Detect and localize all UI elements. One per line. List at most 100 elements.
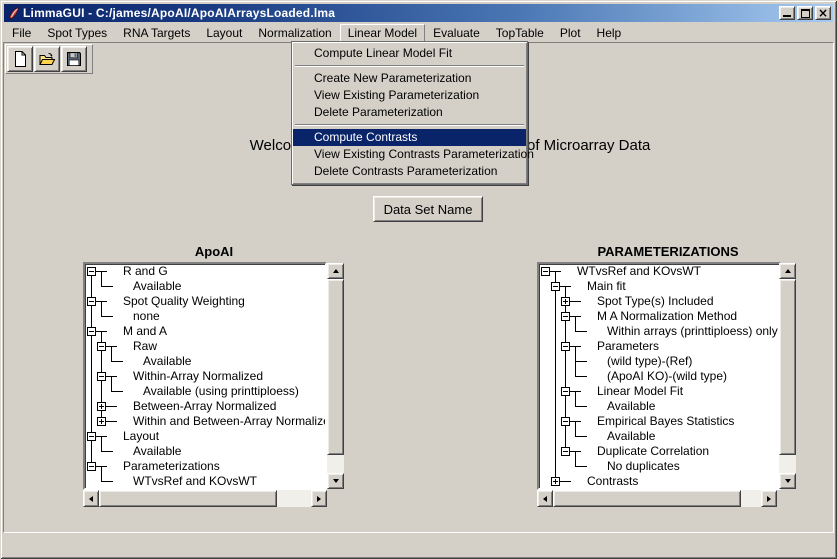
menu-help[interactable]: Help xyxy=(589,24,630,42)
arrow-up-icon xyxy=(333,269,339,273)
tree-node-label[interactable]: Parameters xyxy=(597,339,659,354)
tree-expand-box[interactable] xyxy=(561,312,570,321)
scroll-right-button[interactable] xyxy=(761,490,777,507)
left-tree-vscrollbar[interactable] xyxy=(327,263,344,489)
menu-item-compute-contrasts[interactable]: Compute Contrasts xyxy=(293,129,526,146)
menu-item-compute-linear-model-fit[interactable]: Compute Linear Model Fit xyxy=(293,45,526,62)
tree-node-label[interactable]: Layout xyxy=(123,429,159,444)
scroll-left-button[interactable] xyxy=(537,490,553,507)
scroll-left-button[interactable] xyxy=(83,490,99,507)
tree-node-label[interactable]: Available xyxy=(133,444,181,459)
tree-node-label[interactable]: Linear Model Fit xyxy=(597,384,683,399)
tree-node-label[interactable]: R and G xyxy=(123,264,168,279)
save-file-button[interactable] xyxy=(61,46,87,72)
tree-node-label[interactable]: (wild type)-(Ref) xyxy=(607,354,692,369)
menu-item-view-existing-parameterization[interactable]: View Existing Parameterization xyxy=(293,87,526,104)
tree-connector xyxy=(101,271,102,287)
open-file-button[interactable] xyxy=(34,46,60,72)
menu-evaluate[interactable]: Evaluate xyxy=(425,24,488,42)
menu-item-delete-parameterization[interactable]: Delete Parameterization xyxy=(293,104,526,121)
hscroll-thumb[interactable] xyxy=(99,490,277,507)
tree-expand-box[interactable] xyxy=(87,267,96,276)
tree-node-label[interactable]: No duplicates xyxy=(607,459,680,474)
title-bar[interactable]: LimmaGUI - C:/james/ApoAI/ApoAIArraysLoa… xyxy=(4,4,833,22)
arrow-left-icon xyxy=(543,496,547,502)
tree-node-label[interactable]: Spot Quality Weighting xyxy=(123,294,245,309)
tree-expand-box[interactable] xyxy=(551,282,560,291)
tree-expand-box[interactable] xyxy=(97,417,106,426)
hscroll-thumb[interactable] xyxy=(553,490,741,507)
menu-linear-model[interactable]: Linear Model xyxy=(340,24,425,42)
tree-node-label[interactable]: Within arrays (printtiploess) only xyxy=(607,324,778,339)
menu-plot[interactable]: Plot xyxy=(552,24,589,42)
tree-node-label[interactable]: M and A xyxy=(123,324,167,339)
menu-toptable[interactable]: TopTable xyxy=(488,24,552,42)
menu-item-delete-contrasts-parameterization[interactable]: Delete Contrasts Parameterization xyxy=(293,163,526,180)
scroll-up-button[interactable] xyxy=(779,263,796,279)
menu-layout[interactable]: Layout xyxy=(198,24,250,42)
menu-spot-types[interactable]: Spot Types xyxy=(39,24,115,42)
scroll-right-button[interactable] xyxy=(311,490,327,507)
tree-node-label[interactable]: M A Normalization Method xyxy=(597,309,737,324)
tree-connector xyxy=(575,316,576,332)
tree-node-label[interactable]: Available xyxy=(607,429,655,444)
right-tree-title: PARAMETERIZATIONS xyxy=(537,244,799,259)
tree-node-label[interactable]: Available xyxy=(143,354,191,369)
tree-node-label[interactable]: Main fit xyxy=(587,279,626,294)
vscroll-thumb[interactable] xyxy=(779,279,796,455)
tree-node-label[interactable]: Within-Array Normalized xyxy=(133,369,263,384)
tree-node-label[interactable]: WTvsRef and KOvsWT xyxy=(577,264,701,279)
tree-expand-box[interactable] xyxy=(87,297,96,306)
scroll-down-button[interactable] xyxy=(327,473,344,489)
linear-model-menu: Compute Linear Model Fit Create New Para… xyxy=(291,41,528,185)
tree-expand-box[interactable] xyxy=(551,477,560,486)
minimize-button[interactable] xyxy=(779,6,795,20)
tree-node-label[interactable]: (ApoAI KO)-(wild type) xyxy=(607,369,727,384)
scroll-down-button[interactable] xyxy=(779,473,796,489)
tree-expand-box[interactable] xyxy=(97,372,106,381)
tree-expand-box[interactable] xyxy=(87,327,96,336)
tree-connector xyxy=(101,301,102,317)
arrow-down-icon xyxy=(785,479,791,483)
right-tree: WTvsRef and KOvsWT Main fit Spot Type(s)… xyxy=(539,264,779,488)
open-folder-icon xyxy=(38,50,56,68)
close-button[interactable]: × xyxy=(815,6,831,20)
menu-item-create-new-parameterization[interactable]: Create New Parameterization xyxy=(293,70,526,87)
tree-expand-box[interactable] xyxy=(561,387,570,396)
left-tree-hscrollbar[interactable] xyxy=(83,490,327,507)
tree-node-label[interactable]: Duplicate Correlation xyxy=(597,444,709,459)
menu-item-view-existing-contrasts-parameterization[interactable]: View Existing Contrasts Parameterization xyxy=(293,146,526,163)
tree-expand-box[interactable] xyxy=(541,267,550,276)
tree-expand-box[interactable] xyxy=(561,447,570,456)
tree-node-label[interactable]: Empirical Bayes Statistics xyxy=(597,414,734,429)
maximize-button[interactable] xyxy=(797,6,813,20)
tree-node-label[interactable]: none xyxy=(133,309,160,324)
tree-node-label[interactable]: Parameterizations xyxy=(123,459,220,474)
menu-normalization[interactable]: Normalization xyxy=(250,24,339,42)
tree-expand-box[interactable] xyxy=(561,297,570,306)
tree-expand-box[interactable] xyxy=(97,402,106,411)
window-title: LimmaGUI - C:/james/ApoAI/ApoAIArraysLoa… xyxy=(23,6,335,20)
menu-file[interactable]: File xyxy=(4,24,39,42)
tree-node-label[interactable]: Spot Type(s) Included xyxy=(597,294,714,309)
tree-node-label[interactable]: Between-Array Normalized xyxy=(133,399,276,414)
vscroll-thumb[interactable] xyxy=(327,279,344,455)
tree-node-label[interactable]: WTvsRef and KOvsWT xyxy=(133,474,257,488)
new-file-button[interactable] xyxy=(7,46,33,72)
data-set-name-button[interactable]: Data Set Name xyxy=(373,196,483,222)
tree-expand-box[interactable] xyxy=(97,342,106,351)
right-tree-vscrollbar[interactable] xyxy=(779,263,796,489)
tree-node-label[interactable]: Available (using printtiploess) xyxy=(143,384,299,399)
scroll-up-button[interactable] xyxy=(327,263,344,279)
tree-expand-box[interactable] xyxy=(87,432,96,441)
tree-node-label[interactable]: Available xyxy=(133,279,181,294)
tree-expand-box[interactable] xyxy=(561,342,570,351)
tree-node-label[interactable]: Raw xyxy=(133,339,157,354)
right-tree-hscrollbar[interactable] xyxy=(537,490,777,507)
tree-expand-box[interactable] xyxy=(561,417,570,426)
tree-node-label[interactable]: Available xyxy=(607,399,655,414)
menu-rna-targets[interactable]: RNA Targets xyxy=(115,24,198,42)
tree-node-label[interactable]: Contrasts xyxy=(587,474,638,488)
tree-node-label[interactable]: Within and Between-Array Normalized xyxy=(133,414,325,429)
tree-expand-box[interactable] xyxy=(87,462,96,471)
